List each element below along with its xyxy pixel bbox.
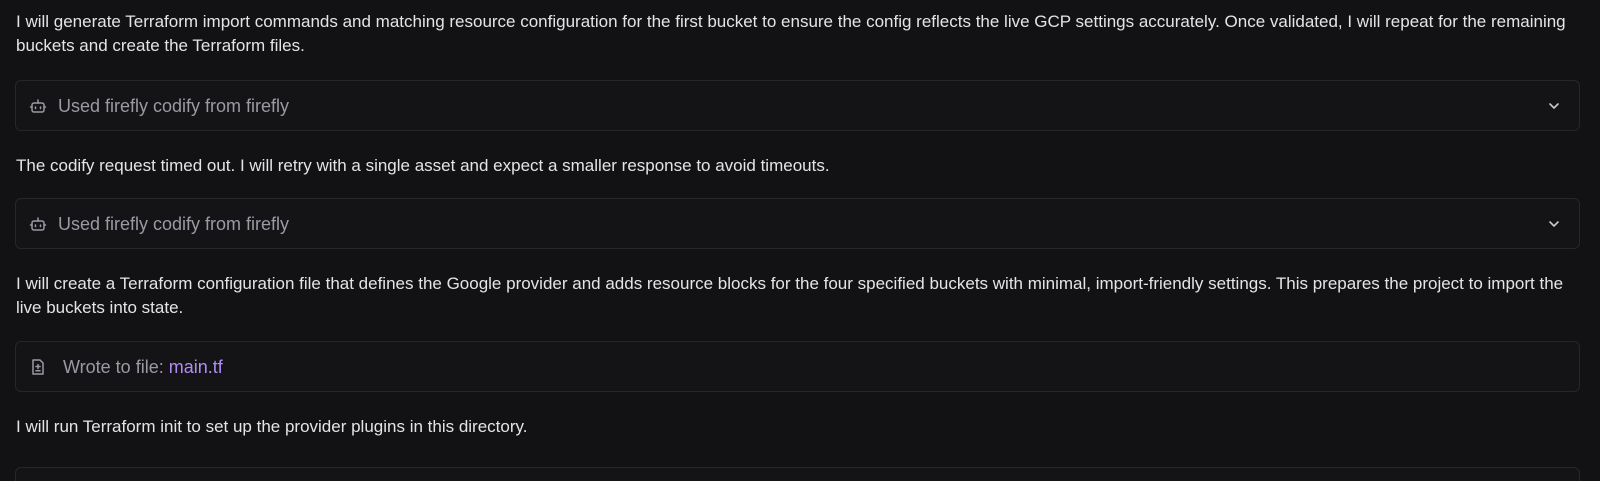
tool-call-card-1[interactable]: Used firefly codify from firefly [15, 80, 1580, 131]
file-write-card: Wrote to file: main.tf [15, 341, 1580, 392]
tool-call-card-2[interactable]: Used firefly codify from firefly [15, 198, 1580, 249]
file-link-main-tf[interactable]: main.tf [169, 357, 223, 377]
robot-icon [28, 96, 48, 116]
chat-feed: I will generate Terraform import command… [0, 0, 1600, 481]
tool-call-card-partial[interactable] [15, 467, 1580, 481]
tool-call-label: Used firefly codify from firefly [58, 214, 290, 234]
assistant-message-1: I will generate Terraform import command… [16, 12, 1566, 55]
assistant-message-3: I will create a Terraform configuration … [16, 274, 1564, 317]
chevron-down-icon[interactable] [1545, 215, 1563, 233]
tool-call-label: Used firefly codify from firefly [58, 96, 290, 116]
file-write-prefix: Wrote to file: [63, 357, 169, 377]
assistant-message-4: I will run Terraform init to set up the … [16, 417, 528, 436]
chevron-down-icon[interactable] [1545, 97, 1563, 115]
robot-icon [28, 214, 48, 234]
file-write-label: Wrote to file: main.tf [63, 355, 223, 379]
assistant-message-2: The codify request timed out. I will ret… [16, 156, 830, 175]
file-diff-icon [28, 357, 48, 377]
